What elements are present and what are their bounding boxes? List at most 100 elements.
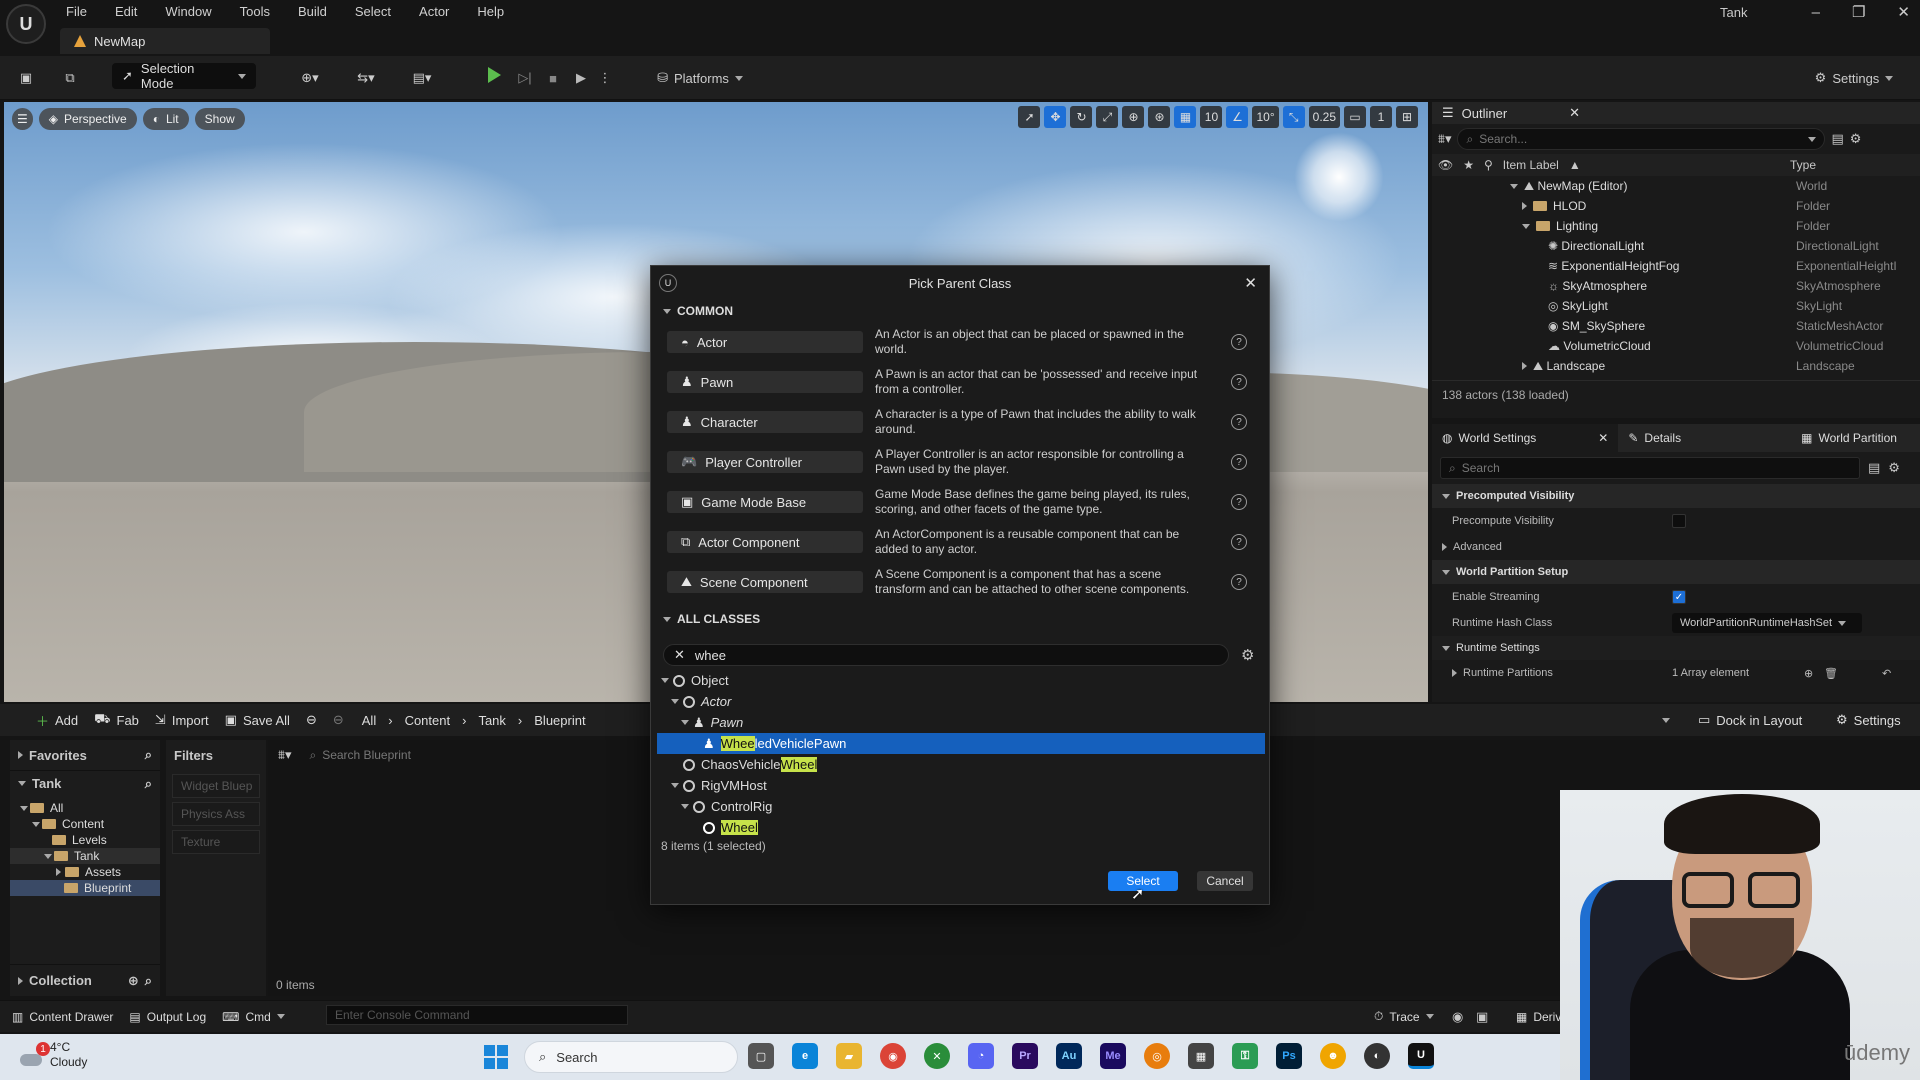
- add-collection-icon[interactable]: ⊕: [128, 973, 139, 989]
- discord-icon[interactable]: ◔: [968, 1043, 994, 1069]
- level-tab[interactable]: NewMap: [60, 28, 270, 54]
- tree-content[interactable]: Content: [10, 816, 160, 832]
- back-icon[interactable]: ⊖: [298, 708, 325, 732]
- section-advanced[interactable]: Advanced: [1432, 534, 1920, 560]
- section-all-classes[interactable]: ALL CLASSES: [651, 608, 1269, 630]
- search-icon[interactable]: ⌕: [145, 776, 152, 792]
- tab-details[interactable]: ✎ Details: [1618, 424, 1691, 452]
- eye-icon[interactable]: 👁: [1438, 158, 1453, 172]
- stop-icon[interactable]: ■: [542, 64, 564, 92]
- unreal-logo-icon[interactable]: U: [6, 4, 46, 44]
- tree-row-object[interactable]: Object: [657, 670, 1265, 691]
- gear-icon[interactable]: ⚙: [1888, 460, 1900, 476]
- chrome-icon[interactable]: ◉: [880, 1043, 906, 1069]
- app-icon[interactable]: ◐: [1364, 1043, 1390, 1069]
- breadcrumb-content[interactable]: Content: [405, 713, 451, 728]
- game-icon[interactable]: ☻: [1320, 1043, 1346, 1069]
- save-icon[interactable]: ▣: [14, 64, 38, 92]
- play-icon[interactable]: [488, 67, 501, 83]
- grid-snap-value[interactable]: 10: [1200, 106, 1223, 128]
- help-icon[interactable]: ?: [1231, 574, 1247, 590]
- output-log-button[interactable]: ▤ Output Log: [121, 1005, 214, 1029]
- tree-row-controlrig[interactable]: ControlRig: [657, 796, 1265, 817]
- translate-tool-icon[interactable]: ✥: [1044, 106, 1067, 128]
- favorites-header[interactable]: Favorites ⌕: [10, 740, 160, 770]
- media-encoder-icon[interactable]: Me: [1100, 1043, 1126, 1069]
- hamburger-icon[interactable]: ☰: [12, 108, 33, 130]
- scale-snap-value[interactable]: 0.25: [1308, 106, 1340, 128]
- menu-window[interactable]: Window: [165, 4, 211, 19]
- photoshop-icon[interactable]: Ps: [1276, 1043, 1302, 1069]
- streaming-checkbox[interactable]: ✓: [1672, 590, 1686, 604]
- forward-icon[interactable]: ⊖: [325, 708, 352, 732]
- menu-tools[interactable]: Tools: [240, 4, 270, 19]
- close-icon[interactable]: ✕: [1598, 431, 1608, 445]
- tree-row-rigvmhost[interactable]: RigVMHost: [657, 775, 1265, 796]
- cb-settings-button[interactable]: ⚙ Settings: [1828, 708, 1909, 732]
- tree-row-chaos-vehicle-wheel[interactable]: ChaosVehicle Wheel: [657, 754, 1265, 775]
- help-icon[interactable]: ?: [1231, 494, 1247, 510]
- breadcrumb-all[interactable]: All: [362, 713, 376, 728]
- outliner-row[interactable]: ✺ DirectionalLight DirectionalLight: [1432, 236, 1920, 256]
- class-search-input[interactable]: ✕ whee: [663, 644, 1229, 666]
- outliner-row[interactable]: Lighting Folder: [1432, 216, 1920, 236]
- close-icon[interactable]: ✕: [1569, 105, 1580, 121]
- col-item-label[interactable]: Item Label: [1503, 158, 1559, 172]
- pawn-class-button[interactable]: ♟ Pawn: [667, 371, 863, 393]
- perspective-button[interactable]: ◈ Perspective: [38, 108, 137, 130]
- collection-header[interactable]: Collection ⊕ ⌕: [10, 964, 160, 996]
- task-view-icon[interactable]: ▢: [748, 1043, 774, 1069]
- actor-class-button[interactable]: ◓ Actor: [667, 331, 863, 353]
- table-icon[interactable]: ▤: [1868, 460, 1880, 476]
- settings-button[interactable]: ⚙ Settings: [1808, 64, 1900, 92]
- trash-icon[interactable]: 🗑: [1824, 667, 1838, 680]
- add-button[interactable]: ＋ Add: [28, 708, 86, 732]
- calendar-icon[interactable]: ▦: [1188, 1043, 1214, 1069]
- import-button[interactable]: ⇲ Import: [147, 708, 217, 732]
- outliner-row[interactable]: ≋ ExponentialHeightFog ExponentialHeightI: [1432, 256, 1920, 276]
- chevron-down-icon[interactable]: [1662, 717, 1670, 723]
- asset-search-input[interactable]: ⌕ Search Blueprint: [301, 744, 651, 766]
- tree-levels[interactable]: Levels: [10, 832, 160, 848]
- menu-help[interactable]: Help: [477, 4, 504, 19]
- outliner-row[interactable]: ⛰ NewMap (Editor) World: [1432, 176, 1920, 196]
- tab-world-settings[interactable]: ◍ World Settings ✕: [1432, 424, 1619, 452]
- save-all-button[interactable]: ▣ Save All: [217, 708, 298, 732]
- outliner-row[interactable]: ◎ SkyLight SkyLight: [1432, 296, 1920, 316]
- tree-row-wheeled-vehicle-pawn[interactable]: ♟ Whee ledVehiclePawn: [657, 733, 1265, 754]
- menu-build[interactable]: Build: [298, 4, 327, 19]
- help-icon[interactable]: ?: [1231, 414, 1247, 430]
- close-icon[interactable]: ✕: [1244, 274, 1257, 292]
- menu-edit[interactable]: Edit: [115, 4, 137, 19]
- game-mode-class-button[interactable]: ▣ Game Mode Base: [667, 491, 863, 513]
- outliner-row[interactable]: ☁ VolumetricCloud VolumetricCloud: [1432, 336, 1920, 356]
- step-icon[interactable]: ▷|: [514, 64, 536, 92]
- search-icon[interactable]: ⌕: [145, 973, 152, 989]
- lit-button[interactable]: ◐ Lit: [142, 108, 189, 130]
- blueprint-icon[interactable]: ⇆▾: [346, 64, 386, 92]
- windows-start-icon[interactable]: [484, 1045, 508, 1069]
- fab-button[interactable]: ⛟ Fab: [86, 708, 147, 732]
- outliner-row[interactable]: ⛰ Landscape Landscape: [1432, 356, 1920, 376]
- more-options-icon[interactable]: ⋮: [598, 64, 612, 92]
- rotation-snap-value[interactable]: 10°: [1252, 106, 1279, 128]
- minimize-icon[interactable]: –: [1812, 4, 1820, 21]
- weather-widget[interactable]: 4°C Cloudy: [50, 1040, 87, 1070]
- xbox-icon[interactable]: ✕: [924, 1043, 950, 1069]
- premiere-icon[interactable]: Pr: [1012, 1043, 1038, 1069]
- launch-icon[interactable]: ▶: [570, 64, 592, 92]
- clear-search-icon[interactable]: ✕: [674, 647, 685, 663]
- tree-tank[interactable]: Tank: [10, 848, 160, 864]
- tree-assets[interactable]: Assets: [10, 864, 160, 880]
- scale-snap-icon[interactable]: ⤡: [1282, 106, 1305, 128]
- selection-mode-dropdown[interactable]: ➚ Selection Mode: [112, 61, 256, 91]
- tree-row-pawn[interactable]: ♟ Pawn: [657, 712, 1265, 733]
- show-button[interactable]: Show: [194, 108, 245, 130]
- tree-blueprint[interactable]: Blueprint: [10, 880, 160, 896]
- cancel-button[interactable]: Cancel: [1197, 871, 1253, 891]
- section-runtime[interactable]: Runtime Settings: [1432, 636, 1920, 660]
- outliner-row[interactable]: ◉ SM_SkySphere StaticMeshActor: [1432, 316, 1920, 336]
- outliner-row[interactable]: ☼ SkyAtmosphere SkyAtmosphere: [1432, 276, 1920, 296]
- file-explorer-icon[interactable]: ▰: [836, 1043, 862, 1069]
- help-icon[interactable]: ?: [1231, 454, 1247, 470]
